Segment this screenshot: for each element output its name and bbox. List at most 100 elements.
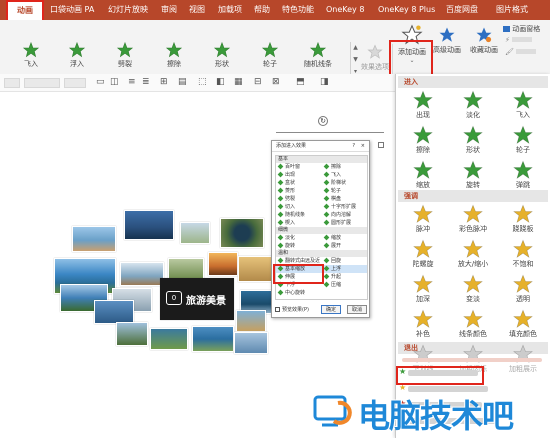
effect-emphasis-item[interactable]: 陀螺旋 [400, 239, 446, 269]
gallery-wheel[interactable]: 轮子 [248, 42, 292, 69]
effect-entrance-item[interactable]: 飞入 [500, 90, 546, 120]
effect-emphasis-item[interactable]: 填充颜色 [500, 309, 546, 339]
tab-view[interactable]: 视图 [189, 3, 205, 17]
tab-features[interactable]: 特色功能 [282, 3, 314, 17]
effect-option[interactable]: 圆形扩展 [323, 219, 351, 227]
effect-option[interactable]: 中心旋转 [277, 289, 305, 297]
ok-button[interactable]: 确定 [321, 305, 341, 314]
effect-options-button[interactable]: 效果选项 [360, 44, 390, 72]
effect-option[interactable]: 飞入 [323, 171, 341, 179]
animation-painter-button[interactable]: 🖌 [505, 48, 537, 56]
photo-thumbnail[interactable] [168, 258, 204, 280]
effect-option[interactable]: 随机线条 [277, 211, 305, 219]
photo-thumbnail[interactable] [192, 326, 234, 352]
effect-option[interactable]: 十字形扩展 [323, 203, 356, 211]
tab-baidu-netdisk[interactable]: 百度网盘 [446, 3, 478, 17]
effect-entrance-item[interactable]: 旋转 [450, 160, 496, 190]
toolbar-font-field[interactable] [24, 78, 60, 88]
effect-emphasis-item[interactable]: 放大/缩小 [450, 239, 496, 269]
title-card[interactable]: 0 旅游美景 [160, 278, 234, 320]
photo-thumbnail[interactable] [116, 322, 148, 346]
effect-option[interactable]: 淡化 [277, 234, 295, 242]
effect-option[interactable]: 回旋 [323, 257, 341, 265]
effect-option[interactable]: 压缩 [323, 281, 341, 289]
animation-pane-button[interactable]: 动画窗格 [503, 24, 540, 34]
effect-option[interactable]: 展开 [323, 242, 341, 250]
toolbar-icon[interactable]: ◨ [320, 77, 329, 87]
tab-picture-format[interactable]: 图片格式 [496, 3, 528, 17]
effect-emphasis-item[interactable]: 彩色脉冲 [450, 204, 496, 234]
gallery-random-bars[interactable]: 随机线条 [296, 42, 340, 69]
gallery-fly-in[interactable]: 飞入 [9, 42, 53, 69]
effect-option[interactable]: 翻转式由远及近 [277, 257, 320, 265]
toolbar-icon[interactable]: ▭ [96, 77, 105, 87]
effect-option[interactable]: 阶梯状 [323, 179, 346, 187]
effect-entrance-item[interactable]: 轮子 [500, 125, 546, 155]
toolbar-icon[interactable]: ⊟ [254, 77, 262, 87]
effect-option[interactable]: 伸展 [277, 273, 295, 281]
favorite-animation-button[interactable]: 收藏动画 [466, 26, 502, 55]
tab-addins[interactable]: 加载项 [218, 3, 242, 17]
effect-emphasis-item[interactable]: 跷跷板 [500, 204, 546, 234]
toolbar-size-field[interactable] [64, 78, 86, 88]
toolbar-icon[interactable]: ⬚ [198, 77, 207, 87]
toolbar-icon[interactable]: ▦ [234, 77, 243, 87]
effect-option[interactable]: 缩放 [323, 234, 341, 242]
photo-thumbnail[interactable] [180, 222, 210, 244]
effect-option[interactable]: 棋盘 [323, 195, 341, 203]
toolbar-icon[interactable]: ◧ [216, 77, 225, 87]
effect-emphasis-item[interactable]: 变淡 [450, 274, 496, 304]
more-entrance-effects-item[interactable] [408, 370, 478, 376]
photo-thumbnail[interactable] [150, 328, 188, 350]
photo-thumbnail[interactable] [120, 262, 164, 286]
effect-emphasis-item[interactable]: 线条颜色 [450, 309, 496, 339]
cancel-button[interactable]: 取消 [347, 305, 367, 314]
help-button[interactable]: ? [352, 141, 355, 152]
effect-option[interactable]: 切入 [277, 203, 295, 211]
effect-entrance-item[interactable]: 淡化 [450, 90, 496, 120]
effect-option[interactable]: 旋转 [277, 242, 295, 250]
effect-emphasis-item[interactable]: 补色 [400, 309, 446, 339]
toolbar-icon[interactable]: ◫ [110, 77, 119, 87]
rotate-handle-icon[interactable]: ↻ [318, 116, 328, 126]
toolbar-icon[interactable]: ≣ [142, 77, 150, 87]
photo-thumbnail[interactable] [234, 332, 268, 354]
gallery-float-in[interactable]: 浮入 [55, 42, 99, 69]
photo-thumbnail[interactable] [236, 310, 266, 332]
effect-list[interactable]: 基本 百叶窗 擦除 出现 飞入 盒状 阶梯状 菱形 轮子 劈裂 棋盘 切入 十字形扩展 随机… [275, 155, 368, 300]
close-button[interactable]: × [361, 141, 365, 152]
effect-option-selected[interactable]: 基本缩放 [277, 265, 305, 273]
advanced-animation-button[interactable]: 高级动画 [430, 26, 464, 55]
effect-emphasis-item[interactable]: 不饱和 [500, 239, 546, 269]
effect-option[interactable]: 向内溶解 [323, 211, 351, 219]
effect-emphasis-item[interactable]: 脉冲 [400, 204, 446, 234]
scroll-down-icon[interactable]: ▼ [351, 54, 360, 66]
gallery-wipe[interactable]: 擦除 [152, 42, 196, 69]
effect-option[interactable]: 菱形 [277, 187, 295, 195]
effect-option[interactable]: 下浮 [277, 281, 295, 289]
tab-onekey8[interactable]: OneKey 8 [326, 3, 364, 17]
tab-help[interactable]: 帮助 [254, 3, 270, 17]
effect-option[interactable]: 轮子 [323, 187, 341, 195]
gallery-scroll[interactable]: ▲ ▼ ▾ [350, 42, 360, 78]
effect-entrance-item[interactable]: 弹跳 [500, 160, 546, 190]
photo-thumbnail[interactable] [94, 300, 134, 324]
effect-entrance-item[interactable]: 出现 [400, 90, 446, 120]
effect-option[interactable]: 百叶窗 [277, 163, 300, 171]
effect-entrance-item[interactable]: 形状 [450, 125, 496, 155]
effect-option[interactable]: 楔入 [277, 219, 295, 227]
tab-slideshow[interactable]: 幻灯片放映 [108, 3, 148, 17]
photo-thumbnail[interactable] [220, 218, 264, 248]
photo-thumbnail[interactable] [72, 226, 116, 252]
effect-option[interactable]: 擦除 [323, 163, 341, 171]
toolbar-icon[interactable]: ⊞ [160, 77, 168, 87]
effect-entrance-item[interactable]: 擦除 [400, 125, 446, 155]
photo-thumbnail[interactable] [208, 252, 238, 276]
toolbar-icon[interactable]: ▤ [178, 77, 187, 87]
tab-animations[interactable]: 动画 [8, 2, 42, 20]
effect-option[interactable]: 上浮 [323, 265, 341, 273]
tab-pocket-animation[interactable]: 口袋动画 PA [50, 3, 94, 17]
toolbar-field[interactable] [4, 78, 20, 88]
resize-handle[interactable] [378, 142, 384, 148]
effect-option[interactable]: 出现 [277, 171, 295, 179]
